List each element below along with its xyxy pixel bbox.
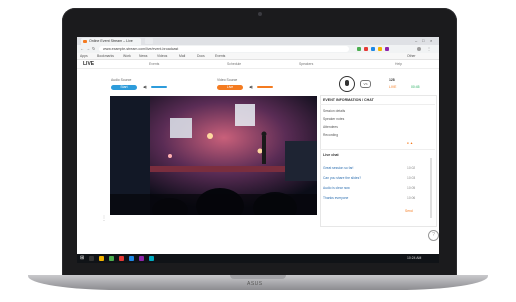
- video-source-label: Video Source: [217, 78, 238, 82]
- chat-message: Can you share the slides?: [323, 176, 362, 180]
- panel-row[interactable]: Attendees: [323, 125, 338, 129]
- more-link[interactable]: ● ▲: [407, 141, 413, 145]
- viewer-count: 128: [389, 78, 395, 82]
- menu-icon[interactable]: ⋮: [427, 47, 431, 51]
- back-icon[interactable]: ←: [80, 46, 84, 52]
- more-icon[interactable]: ⋮: [101, 215, 107, 222]
- send-button[interactable]: Send: [405, 209, 413, 213]
- panel-title: EVENT INFORMATION / CHAT: [323, 98, 374, 102]
- panel-row[interactable]: Recording: [323, 133, 338, 137]
- chat-time: 10:05: [407, 186, 416, 190]
- new-tab-button[interactable]: [145, 38, 153, 44]
- vs-toggle[interactable]: VS: [360, 80, 371, 88]
- windows-start-icon[interactable]: ⊞: [80, 256, 84, 261]
- bookmark-item[interactable]: News: [139, 53, 147, 59]
- speaker-icon[interactable]: ◀): [249, 85, 253, 89]
- bookmarks-bar: [77, 53, 439, 60]
- bookmark-item[interactable]: Events: [215, 53, 225, 59]
- app-icon[interactable]: [129, 256, 134, 261]
- help-icon[interactable]: ?: [428, 230, 439, 241]
- extension-icon[interactable]: [371, 47, 375, 51]
- chrome-icon[interactable]: [109, 256, 114, 261]
- info-panel: [320, 95, 437, 227]
- site-header: [77, 60, 439, 69]
- nav-item[interactable]: Help: [395, 62, 402, 67]
- minimize-icon[interactable]: –: [415, 38, 417, 44]
- app-icon[interactable]: [119, 256, 124, 261]
- chat-scrollbar[interactable]: [430, 158, 432, 218]
- audio-source-label: Audio Source: [111, 78, 132, 82]
- extension-icon[interactable]: [357, 47, 361, 51]
- url-input[interactable]: www.example-stream.com/live/event-broadc…: [99, 46, 349, 52]
- nav-item[interactable]: Events: [149, 62, 159, 67]
- live-status: LIVE: [389, 85, 397, 89]
- maximize-icon[interactable]: □: [422, 38, 424, 44]
- chat-message: Thanks everyone: [323, 196, 349, 200]
- extension-icon[interactable]: [378, 47, 382, 51]
- volume-slider[interactable]: [151, 86, 167, 88]
- start-button[interactable]: Start: [111, 85, 137, 90]
- chat-time: 10:02: [407, 166, 416, 170]
- bookmark-item[interactable]: Work: [123, 53, 131, 59]
- base-notch: [230, 275, 286, 279]
- laptop: ASUS Online Event Stream – Live – □ × ← …: [0, 0, 516, 302]
- base-logo: ASUS: [247, 281, 263, 287]
- file-explorer-icon[interactable]: [99, 256, 104, 261]
- divider: [320, 149, 435, 150]
- browser-tab[interactable]: Online Event Stream – Live: [81, 38, 141, 45]
- microphone-icon: [345, 80, 349, 86]
- forward-icon[interactable]: →: [86, 46, 90, 52]
- elapsed-time: 00:45: [411, 85, 420, 89]
- bookmark-item[interactable]: Bookmarks: [97, 53, 114, 59]
- nav-item[interactable]: Speakers: [299, 62, 313, 67]
- nav-item[interactable]: Schedule: [227, 62, 241, 67]
- chat-time: 10:03: [407, 176, 416, 180]
- bookmark-item[interactable]: Videos: [157, 53, 167, 59]
- chat-time: 10:06: [407, 196, 416, 200]
- app-icon[interactable]: [149, 256, 154, 261]
- extension-icon[interactable]: [385, 47, 389, 51]
- app-icon[interactable]: [139, 256, 144, 261]
- panel-row[interactable]: Speaker notes: [323, 117, 344, 121]
- chat-title: Live chat: [323, 153, 339, 157]
- reload-icon[interactable]: ↻: [92, 46, 95, 52]
- tab-title: Online Event Stream – Live: [89, 39, 133, 43]
- search-icon[interactable]: [89, 256, 94, 261]
- chat-message: Great session so far!: [323, 166, 354, 170]
- bookmark-item[interactable]: Mail: [179, 53, 185, 59]
- clock: 10:24 AM: [407, 256, 422, 260]
- panel-row[interactable]: Session details: [323, 109, 345, 113]
- favicon-icon: [83, 40, 87, 43]
- bookmark-item[interactable]: Apps: [80, 53, 88, 59]
- live-button[interactable]: Live: [217, 85, 243, 90]
- stage-scene-image: [110, 96, 317, 215]
- site-logo[interactable]: LIVE: [83, 61, 94, 67]
- mic-button[interactable]: [339, 76, 355, 92]
- speaker-icon[interactable]: ◀): [143, 85, 147, 89]
- chat-message: Audio is clear now: [323, 186, 350, 190]
- bookmark-item[interactable]: Other: [407, 53, 415, 59]
- bookmark-item[interactable]: Docs: [197, 53, 205, 59]
- webcam: [258, 12, 262, 16]
- profile-icon[interactable]: [417, 47, 421, 51]
- video-player[interactable]: [110, 96, 317, 215]
- volume-slider[interactable]: [257, 86, 273, 88]
- extension-icon[interactable]: [364, 47, 368, 51]
- close-icon[interactable]: ×: [430, 38, 432, 44]
- screen: Online Event Stream – Live – □ × ← → ↻ w…: [77, 37, 439, 263]
- divider: [320, 104, 435, 105]
